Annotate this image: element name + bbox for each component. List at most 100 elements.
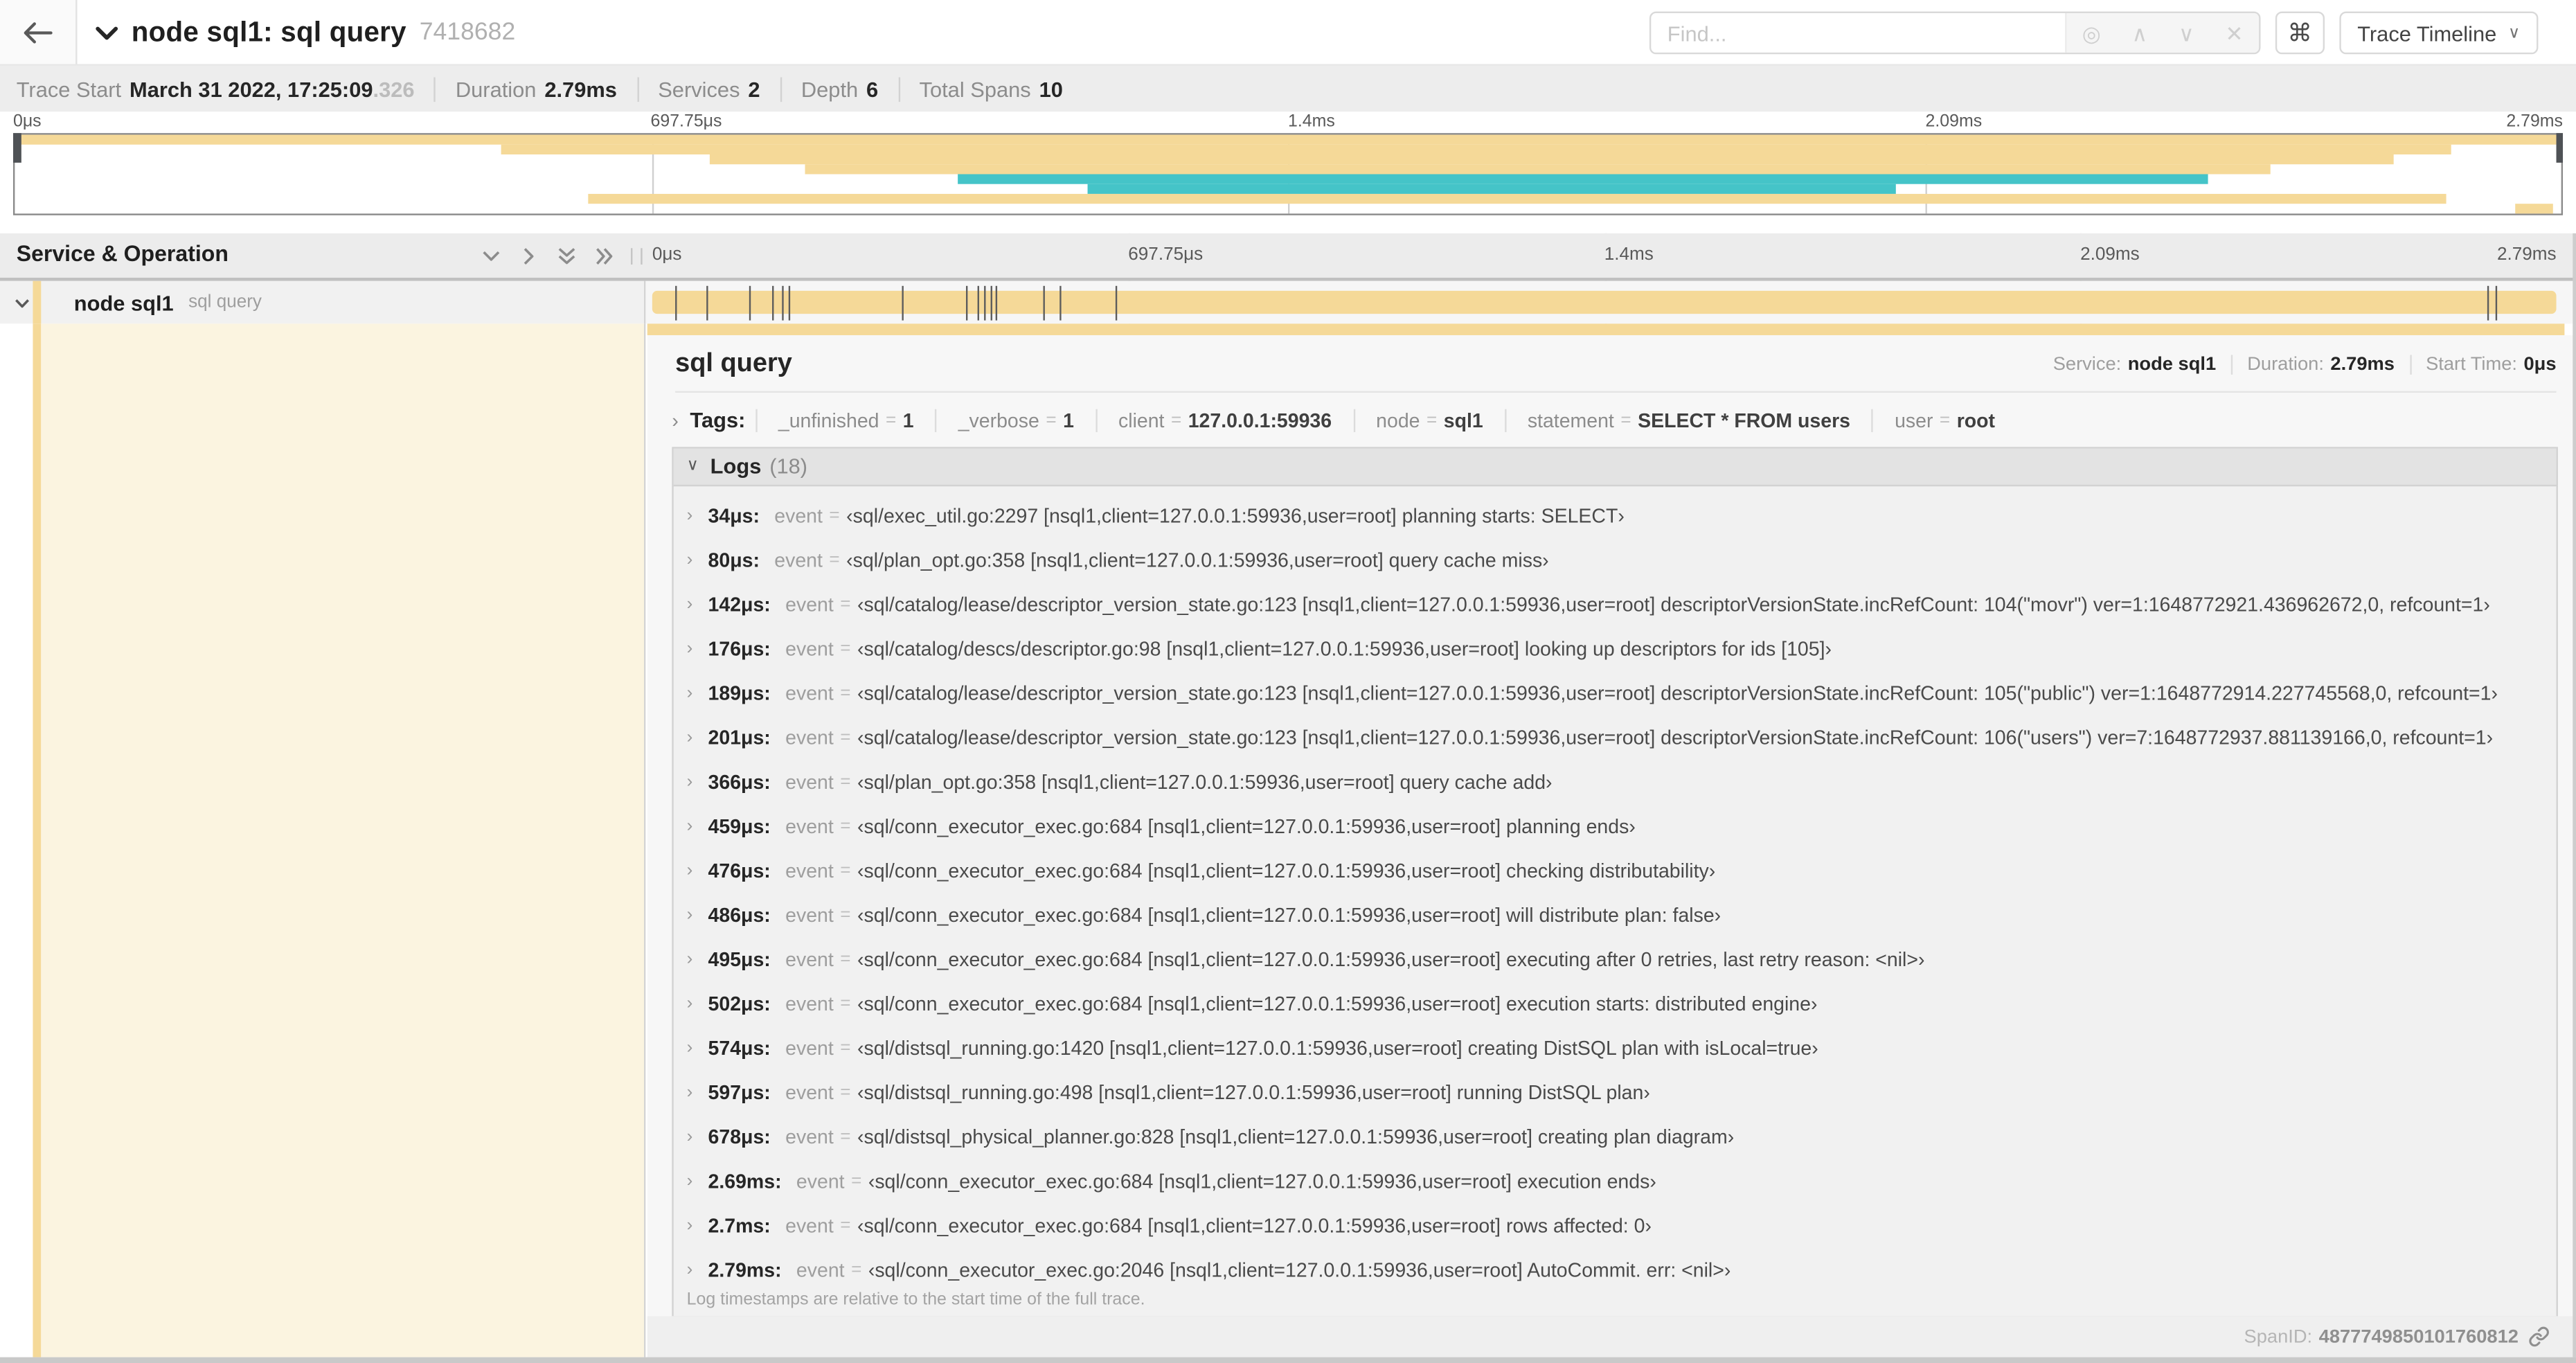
chevron-right-icon: › <box>686 506 693 526</box>
find-input[interactable] <box>1651 12 2065 53</box>
log-row[interactable]: › 2.7ms: event = ‹sql/conn_executor_exec.go:… <box>674 1204 2557 1248</box>
log-row[interactable]: › 495μs: event = ‹sql/conn_executor_exec.go:… <box>674 937 2557 981</box>
log-row[interactable]: › 459μs: event = ‹sql/conn_executor_exec.go:… <box>674 804 2557 848</box>
column-resizer-grip[interactable] <box>631 248 643 265</box>
tag-item[interactable]: statement = SELECT * FROM users <box>1504 408 1872 431</box>
chevron-right-icon: › <box>686 1083 693 1103</box>
trace-summary-bar: Trace Start March 31 2022, 17:25:09.326 Du… <box>0 65 2576 112</box>
log-row[interactable]: › 597μs: event = ‹sql/distsql_running.go:498… <box>674 1071 2557 1115</box>
equals-sign: = <box>840 639 851 659</box>
span-row-label[interactable]: node sql1 sql query <box>0 280 646 324</box>
log-row[interactable]: › 176μs: event = ‹sql/catalog/descs/descript… <box>674 627 2557 671</box>
tags-accordion[interactable]: › Tags: _unfinished = 1 _verbose = 1 client = 12… <box>672 400 2556 440</box>
log-field-key: event <box>785 593 834 616</box>
timeline-ruler: 0μs 697.75μs 1.4ms 2.09ms 2.79ms <box>652 233 2557 278</box>
log-row[interactable]: › 2.79ms: event = ‹sql/conn_executor_exec.go… <box>674 1248 2557 1292</box>
log-row[interactable]: › 201μs: event = ‹sql/catalog/lease/descript… <box>674 715 2557 760</box>
log-row[interactable]: › 502μs: event = ‹sql/conn_executor_exec.go:… <box>674 982 2557 1026</box>
jaeger-trace-page: node sql1: sql query 7418682 ◎ ∧ ∨ ✕ ⌘ T… <box>0 0 2576 1363</box>
minimap-left-scrubber[interactable] <box>12 133 21 163</box>
collapse-all-icon[interactable] <box>555 244 578 267</box>
prev-result-icon[interactable]: ∧ <box>2132 22 2148 44</box>
log-timestamp: 142μs: <box>708 593 771 616</box>
log-row[interactable]: › 486μs: event = ‹sql/conn_executor_exec.go:… <box>674 893 2557 937</box>
equals-sign: = <box>886 409 897 430</box>
equals-sign: = <box>840 1215 851 1236</box>
log-tick-mark <box>1115 285 1117 320</box>
tag-item[interactable]: _unfinished = 1 <box>755 408 936 431</box>
collapse-one-icon[interactable] <box>480 244 503 267</box>
tag-item[interactable]: user = root <box>1871 408 2016 431</box>
collapse-trace-button[interactable] <box>93 21 120 44</box>
log-tick-mark <box>983 285 986 320</box>
arrow-left-icon <box>24 21 53 43</box>
deep-link-icon[interactable] <box>2528 1326 2550 1348</box>
tag-key: client <box>1118 408 1165 431</box>
view-selector-button[interactable]: Trace Timeline ∨ <box>2339 11 2539 55</box>
log-field-key: event <box>785 1214 834 1238</box>
log-field-key: event <box>796 1258 845 1282</box>
tag-key: node <box>1376 408 1420 431</box>
chevron-right-icon: › <box>686 727 693 748</box>
equals-sign: = <box>840 683 851 704</box>
log-timestamp: 459μs: <box>708 814 771 838</box>
log-row[interactable]: › 678μs: event = ‹sql/distsql_physical_plann… <box>674 1115 2557 1159</box>
tag-value: sql1 <box>1443 408 1483 431</box>
command-icon: ⌘ <box>2287 19 2312 48</box>
minimap-right-scrubber[interactable] <box>2555 133 2564 163</box>
minimap-span-bar <box>15 134 2557 145</box>
keyboard-shortcuts-button[interactable]: ⌘ <box>2275 11 2325 55</box>
log-field-value: ‹sql/catalog/lease/descriptor_version_st… <box>857 593 2490 616</box>
equals-sign: = <box>851 1260 862 1281</box>
log-field-key: event <box>774 549 823 572</box>
log-timestamp: 34μs: <box>708 504 760 528</box>
page-title: node sql1: sql query <box>131 15 406 47</box>
equals-sign: = <box>829 550 840 571</box>
log-row[interactable]: › 574μs: event = ‹sql/distsql_running.go:142… <box>674 1026 2557 1071</box>
log-timestamp: 189μs: <box>708 682 771 705</box>
summary-label: Trace Start <box>16 76 122 101</box>
chevron-right-icon: › <box>672 408 679 431</box>
log-row[interactable]: › 189μs: event = ‹sql/catalog/lease/descript… <box>674 671 2557 715</box>
back-button[interactable] <box>0 0 78 64</box>
log-field-value: ‹sql/conn_executor_exec.go:684 [nsql1,cl… <box>857 992 1818 1016</box>
clear-search-icon[interactable]: ✕ <box>2225 22 2243 44</box>
equals-sign: = <box>840 727 851 748</box>
summary-value: 6 <box>866 76 879 101</box>
scrollbar[interactable] <box>2573 233 2576 1357</box>
tag-item[interactable]: _verbose = 1 <box>935 408 1095 431</box>
expand-all-icon[interactable] <box>593 244 616 267</box>
log-field-key: event <box>785 1081 834 1105</box>
ruler-tick-label: 697.75μs <box>1128 244 1204 265</box>
log-row[interactable]: › 476μs: event = ‹sql/conn_executor_exec.go:… <box>674 848 2557 893</box>
log-row[interactable]: › 142μs: event = ‹sql/catalog/lease/descript… <box>674 582 2557 627</box>
log-field-value: ‹sql/distsql_running.go:1420 [nsql1,clie… <box>857 1037 1818 1060</box>
chevron-right-icon: › <box>686 1260 693 1281</box>
log-field-value: ‹sql/conn_executor_exec.go:684 [nsql1,cl… <box>857 814 1636 838</box>
summary-item: Duration 2.79ms <box>456 76 638 101</box>
log-row[interactable]: › 34μs: event = ‹sql/exec_util.go:2297 [nsql… <box>674 494 2557 538</box>
log-field-value: ‹sql/exec_util.go:2297 [nsql1,client=127… <box>846 504 1625 528</box>
log-field-value: ‹sql/distsql_running.go:498 [nsql1,clien… <box>857 1081 1650 1105</box>
log-timestamp: 476μs: <box>708 859 771 883</box>
next-result-icon[interactable]: ∨ <box>2179 22 2194 44</box>
expand-one-icon[interactable] <box>517 244 540 267</box>
tag-item[interactable]: node = sql1 <box>1352 408 1505 431</box>
log-field-value: ‹sql/distsql_physical_planner.go:828 [ns… <box>857 1125 1735 1149</box>
log-row[interactable]: › 366μs: event = ‹sql/plan_opt.go:358 [nsql1… <box>674 760 2557 804</box>
log-row[interactable]: › 80μs: event = ‹sql/plan_opt.go:358 [nsql1,… <box>674 538 2557 582</box>
log-tick-mark <box>994 285 996 320</box>
log-row[interactable]: › 2.69ms: event = ‹sql/conn_executor_exec.go… <box>674 1159 2557 1204</box>
horizontal-scrollbar[interactable] <box>0 1357 2576 1363</box>
ruler-tick-label: 1.4ms <box>1604 244 1654 265</box>
tag-key: _unfinished <box>778 408 879 431</box>
equals-sign: = <box>1046 409 1057 430</box>
tag-item[interactable]: client = 127.0.0.1:59936 <box>1095 408 1353 431</box>
logs-accordion-header[interactable]: ∨ Logs (18) <box>673 447 2557 486</box>
span-duration-bar[interactable] <box>652 290 2557 313</box>
summary-label: Services <box>658 76 740 101</box>
minimap-canvas[interactable] <box>12 133 2564 215</box>
chevron-right-icon: › <box>686 1171 693 1192</box>
service-operation-title: Service & Operation <box>16 241 229 267</box>
locate-span-icon[interactable]: ◎ <box>2082 22 2101 44</box>
